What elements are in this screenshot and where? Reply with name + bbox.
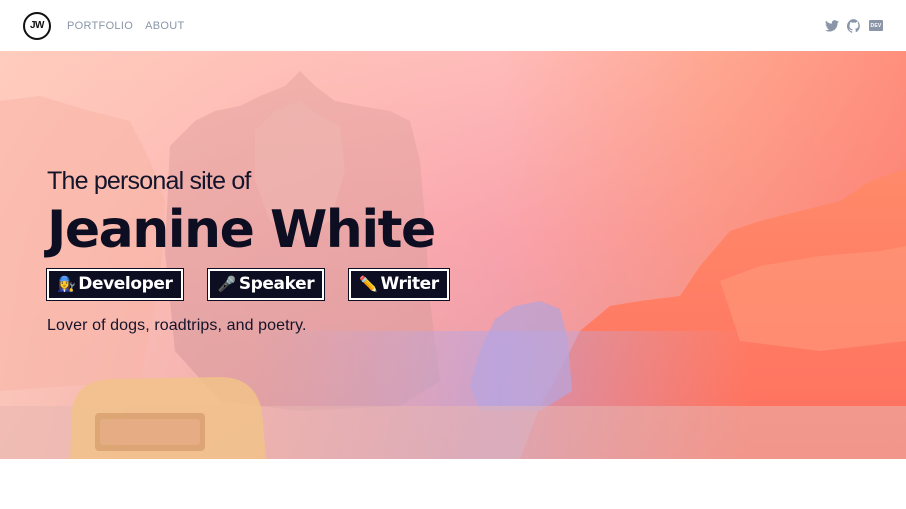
nav-link-about[interactable]: ABOUT	[145, 20, 184, 32]
logo-text: JW	[30, 20, 45, 31]
github-icon[interactable]	[847, 18, 861, 33]
hero-subtitle: The personal site of	[47, 167, 251, 195]
hero-tagline: Lover of dogs, roadtrips, and poetry.	[47, 316, 307, 334]
tag-writer: ✏️ Writer	[348, 267, 450, 301]
tag-label: Speaker	[238, 273, 315, 294]
social-links: DEV	[825, 18, 883, 33]
nav-links: PORTFOLIO ABOUT	[67, 20, 184, 32]
pencil-emoji-icon: ✏️	[359, 274, 378, 293]
hero-section: The personal site of Jeanine White 👩‍🔧 D…	[0, 51, 906, 459]
microphone-emoji-icon: 🎤	[217, 274, 237, 293]
hero-name: Jeanine White	[47, 200, 436, 260]
tag-label: Developer	[78, 273, 173, 294]
site-logo[interactable]: JW	[23, 11, 51, 40]
tag-speaker: 🎤 Speaker	[206, 267, 326, 301]
twitter-icon[interactable]	[825, 19, 839, 32]
tag-developer: 👩‍🔧 Developer	[46, 267, 184, 301]
hero-content: The personal site of Jeanine White 👩‍🔧 D…	[46, 167, 450, 335]
dev-badge-label: DEV	[869, 20, 883, 31]
role-tags: 👩‍🔧 Developer 🎤 Speaker ✏️ Writer	[46, 267, 450, 301]
tag-label: Writer	[380, 273, 439, 294]
navbar: JW PORTFOLIO ABOUT DEV	[0, 0, 906, 51]
nav-link-portfolio[interactable]: PORTFOLIO	[67, 20, 133, 32]
technologist-emoji-icon: 👩‍🔧	[57, 274, 76, 293]
dev-icon[interactable]: DEV	[869, 20, 883, 31]
